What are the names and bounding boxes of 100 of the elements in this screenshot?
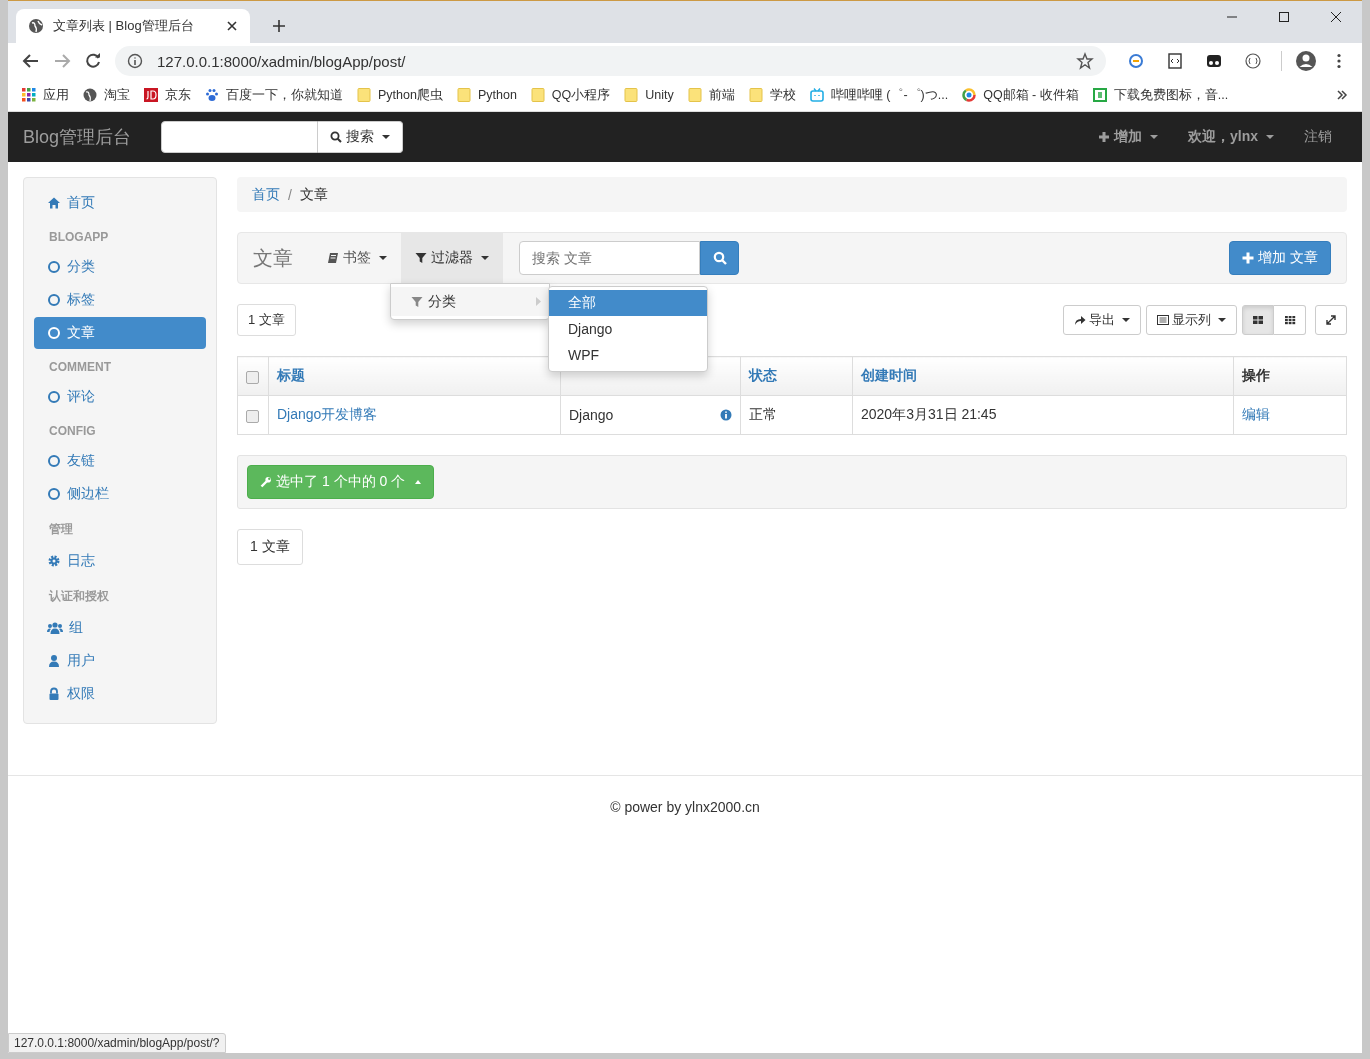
circle-icon bbox=[47, 326, 61, 340]
close-icon[interactable] bbox=[226, 20, 238, 32]
compact-grid-button[interactable] bbox=[1274, 305, 1306, 335]
browser-tab[interactable]: 文章列表 | Blog管理后台 bbox=[16, 9, 250, 43]
column-header[interactable]: 状态 bbox=[749, 367, 777, 383]
menu-item[interactable]: 全部 bbox=[549, 290, 707, 316]
sidebar-item[interactable]: 组 bbox=[34, 612, 206, 644]
sidebar-item[interactable]: 首页 bbox=[34, 187, 206, 219]
lock-icon bbox=[47, 687, 61, 701]
search-button[interactable] bbox=[700, 241, 739, 275]
add-button[interactable]: 增加 文章 bbox=[1229, 241, 1331, 275]
menu-item[interactable]: Django bbox=[549, 316, 707, 342]
bookmark-label: 应用 bbox=[43, 86, 69, 104]
bookmark-label: Unity bbox=[645, 88, 674, 102]
bookmark-label: 京东 bbox=[165, 86, 191, 104]
checkbox[interactable] bbox=[246, 370, 259, 384]
caret-icon bbox=[1266, 135, 1274, 139]
new-tab-icon[interactable] bbox=[272, 19, 286, 33]
bookmark[interactable]: 淘宝 bbox=[83, 86, 130, 104]
colored-ring-icon bbox=[962, 88, 977, 102]
search-button[interactable]: 搜索 bbox=[318, 121, 404, 153]
filter-icon bbox=[415, 252, 427, 264]
circle-icon bbox=[47, 454, 61, 468]
user-menu[interactable]: 欢迎，ylnx bbox=[1173, 128, 1289, 146]
bookmark[interactable]: 下载免费图标，音... bbox=[1092, 86, 1229, 104]
columns-menu[interactable]: 显示列 bbox=[1146, 305, 1237, 335]
table-link[interactable]: Django开发博客 bbox=[277, 406, 378, 422]
plus-icon bbox=[1242, 252, 1255, 264]
sidebar-label: 分类 bbox=[67, 258, 95, 276]
bookmarks-menu[interactable]: 书签 bbox=[313, 233, 401, 283]
back-icon[interactable] bbox=[22, 52, 40, 70]
reload-icon[interactable] bbox=[84, 52, 102, 70]
sidebar-item[interactable]: 用户 bbox=[34, 645, 206, 677]
section-heading: COMMENT bbox=[48, 359, 112, 376]
code-file-icon[interactable] bbox=[1166, 52, 1184, 70]
extension-icon[interactable] bbox=[1244, 52, 1262, 70]
sidebar-item[interactable]: 侧边栏 bbox=[34, 478, 206, 510]
bookmark[interactable]: 百度一下，你就知道 bbox=[205, 86, 343, 104]
menu-item[interactable]: 分类 bbox=[391, 287, 549, 316]
bookmark[interactable]: 学校 bbox=[748, 86, 796, 104]
bookmark[interactable]: 应用 bbox=[22, 86, 69, 104]
info-icon[interactable] bbox=[720, 409, 732, 421]
caret-icon bbox=[379, 256, 387, 260]
search-field[interactable] bbox=[161, 121, 319, 153]
sidebar-item[interactable]: 分类 bbox=[34, 251, 206, 283]
breadcrumb-current: 文章 bbox=[299, 185, 328, 204]
maximize-icon[interactable] bbox=[1278, 11, 1290, 23]
breadcrumb-link[interactable]: 首页 bbox=[252, 185, 280, 204]
bookmark[interactable]: Unity bbox=[624, 88, 674, 102]
menu-item[interactable]: WPF bbox=[549, 342, 707, 368]
tile-icon bbox=[144, 88, 158, 102]
address-bar[interactable]: 127.0.0.1:8000/xadmin/blogApp/post/ bbox=[115, 46, 1106, 76]
profile-icon[interactable] bbox=[1295, 50, 1317, 72]
bookmark[interactable]: 京东 bbox=[144, 86, 191, 104]
column-header[interactable]: 创建时间 bbox=[861, 367, 917, 383]
folder-icon bbox=[748, 88, 763, 102]
sidebar-item[interactable]: 文章 bbox=[34, 317, 206, 349]
fullscreen-button[interactable] bbox=[1315, 305, 1347, 335]
breadcrumb-separator: / bbox=[288, 186, 292, 203]
bookmark-label: QQ邮箱 - 收件箱 bbox=[983, 86, 1079, 104]
table-link[interactable]: 编辑 bbox=[1242, 406, 1270, 422]
bookmark[interactable]: Python爬虫 bbox=[357, 86, 443, 104]
filter-menu[interactable]: 过滤器 bbox=[401, 233, 503, 283]
logout-link[interactable]: 注销 bbox=[1289, 128, 1347, 146]
pagination-count: 1 文章 bbox=[237, 529, 303, 565]
folder-icon bbox=[357, 88, 371, 102]
circle-icon bbox=[47, 487, 61, 501]
sidebar-label: 日志 bbox=[67, 552, 95, 570]
large-grid-icon bbox=[1252, 314, 1264, 326]
share-arrow-icon bbox=[1074, 314, 1086, 326]
bookmark[interactable]: QQ邮箱 - 收件箱 bbox=[962, 86, 1079, 104]
search-field[interactable]: 搜索 文章 bbox=[519, 241, 700, 275]
checkbox[interactable] bbox=[246, 409, 259, 423]
extension-icon[interactable] bbox=[1205, 52, 1223, 70]
status-url: 127.0.0.1:8000/xadmin/blogApp/post/? bbox=[8, 1033, 226, 1053]
star-icon[interactable] bbox=[1076, 52, 1094, 70]
caret-icon bbox=[1150, 135, 1158, 139]
sidebar-item[interactable]: 标签 bbox=[34, 284, 206, 316]
url-text: 127.0.0.1:8000/xadmin/blogApp/post/ bbox=[157, 52, 406, 70]
close-icon[interactable] bbox=[1330, 11, 1342, 23]
more-bookmarks-icon[interactable] bbox=[1336, 89, 1348, 101]
circle-icon bbox=[47, 260, 61, 274]
sidebar-item[interactable]: 权限 bbox=[34, 678, 206, 710]
add-menu[interactable]: 增加 bbox=[1083, 128, 1173, 146]
bookmark[interactable]: QQ小程序 bbox=[530, 86, 611, 104]
sidebar-item[interactable]: 日志 bbox=[34, 545, 206, 577]
bookmark[interactable]: 前端 bbox=[687, 86, 735, 104]
square-icon bbox=[1092, 88, 1107, 102]
circle-icon bbox=[47, 390, 61, 404]
sidebar-item[interactable]: 评论 bbox=[34, 381, 206, 413]
table-cell: 正常 bbox=[749, 406, 777, 422]
sidebar-item[interactable]: 友链 bbox=[34, 445, 206, 477]
brand-title[interactable]: Blog管理后台 bbox=[23, 125, 132, 149]
submenu-arrow-icon bbox=[536, 297, 541, 306]
sidebar-label: 组 bbox=[69, 619, 83, 637]
bookmark[interactable]: Python bbox=[456, 88, 517, 102]
column-header[interactable]: 标题 bbox=[277, 367, 305, 383]
section-heading: BLOGAPP bbox=[48, 229, 110, 246]
export-menu[interactable]: 导出 bbox=[1063, 305, 1141, 335]
grid-view-button[interactable] bbox=[1242, 305, 1274, 335]
